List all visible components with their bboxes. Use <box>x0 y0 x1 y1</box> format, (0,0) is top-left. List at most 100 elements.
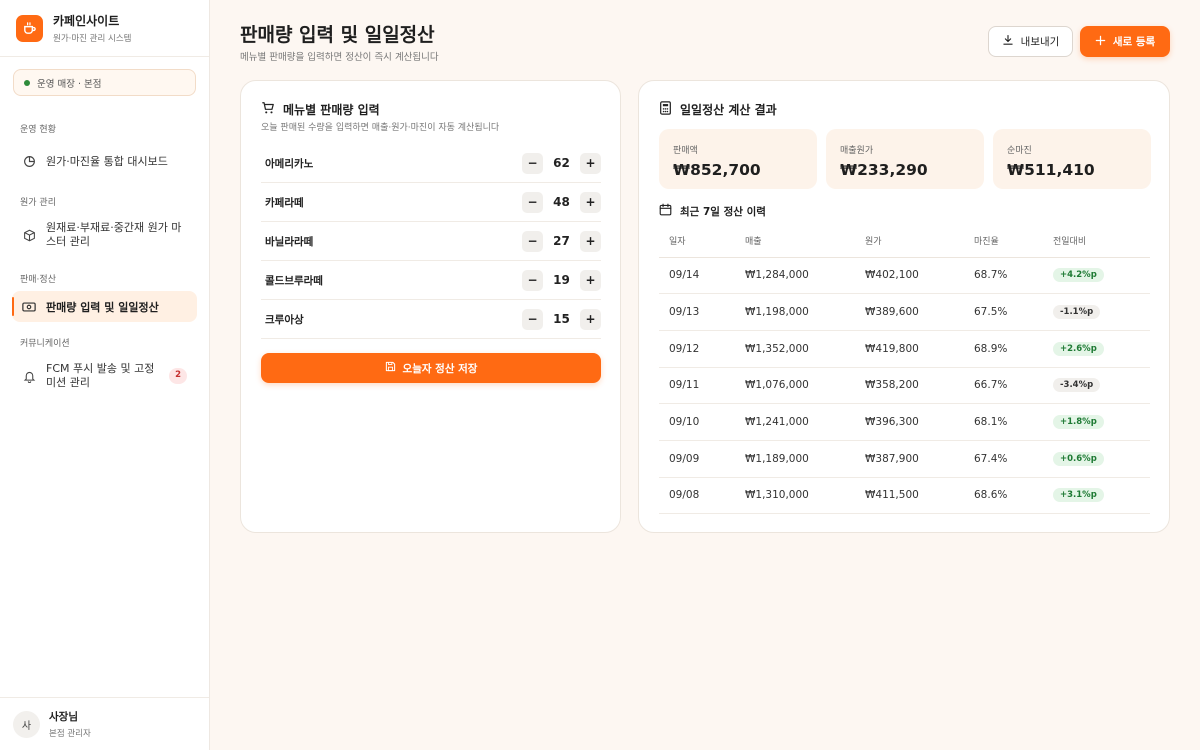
margin-cell: 67.5% <box>964 293 1043 331</box>
export-button[interactable]: 내보내기 <box>988 26 1073 57</box>
new-register-label: 새로 등록 <box>1112 36 1156 48</box>
column-header: 매출 <box>735 224 855 258</box>
sidebar-item-dashboard[interactable]: 원가·마진율 통합 대시보드 <box>12 145 197 177</box>
increment-button[interactable]: + <box>580 230 601 252</box>
column-header: 일자 <box>659 224 735 258</box>
sidebar-item-label: 원재료·부재료·중간재 원가 마스터 관리 <box>46 220 182 248</box>
increment-button[interactable]: + <box>580 191 601 213</box>
increment-button[interactable]: + <box>580 152 601 174</box>
settlement-card-header: 일일정산 계산 결과 <box>659 101 777 118</box>
date-cell: 09/14 <box>659 257 735 295</box>
user-name: 사장님 <box>49 711 78 723</box>
sales-row: 카페라떼 − 48 + <box>261 183 601 222</box>
increment-button[interactable]: + <box>580 308 601 330</box>
settlement-card-title: 일일정산 계산 결과 <box>680 103 777 117</box>
delta-cell: -3.4%p <box>1043 367 1150 405</box>
quantity-value[interactable]: 27 <box>543 234 580 248</box>
sales-card-title: 메뉴별 판매량 입력 <box>283 103 380 117</box>
cost-cell: ₩402,100 <box>855 257 964 295</box>
column-header: 원가 <box>855 224 964 258</box>
menu-name: 바닐라라떼 <box>265 235 314 248</box>
metric-cost: 매출원가 ₩233,290 <box>826 129 984 189</box>
sales-input-card: 메뉴별 판매량 입력 오늘 판매된 수량을 입력하면 매출·원가·마진이 자동 … <box>240 80 621 533</box>
page-subtitle: 메뉴별 판매량을 입력하면 정산이 즉시 계산됩니다 <box>240 52 439 63</box>
sales-cell: ₩1,310,000 <box>735 477 855 515</box>
sales-cell: ₩1,352,000 <box>735 330 855 368</box>
nav-section-title: 커뮤니케이션 <box>20 339 70 349</box>
delta-cell: +3.1%p <box>1043 477 1150 515</box>
menu-name: 아메리카노 <box>265 157 314 170</box>
decrement-button[interactable]: − <box>522 230 543 252</box>
decrement-button[interactable]: − <box>522 269 543 291</box>
new-register-button[interactable]: 새로 등록 <box>1080 26 1170 57</box>
calculator-icon <box>659 101 672 118</box>
delta-cell: -1.1%p <box>1043 293 1150 331</box>
avatar: 사 <box>13 710 40 738</box>
table-row[interactable]: 09/12 ₩1,352,000 ₩419,800 68.9% +2.6%p <box>659 330 1150 368</box>
delta-badge: -1.1%p <box>1053 305 1101 320</box>
cash-icon <box>22 300 36 314</box>
table-row[interactable]: 09/09 ₩1,189,000 ₩387,900 67.4% +0.6%p <box>659 440 1150 478</box>
sidebar-item-label: 판매량 입력 및 일일정산 <box>46 300 159 314</box>
table-header-row: 일자 매출 원가 마진율 전일대비 <box>659 224 1150 258</box>
date-cell: 09/09 <box>659 440 735 478</box>
table-row[interactable]: 09/08 ₩1,310,000 ₩411,500 68.6% +3.1%p <box>659 477 1150 515</box>
page-title: 판매량 입력 및 일일정산 <box>240 24 435 46</box>
settlement-result-card: 일일정산 계산 결과 판매액 ₩852,700 매출원가 ₩233,290 순마… <box>638 80 1170 533</box>
delta-badge: +3.1%p <box>1053 488 1104 503</box>
quantity-value[interactable]: 62 <box>543 156 580 170</box>
menu-name: 카페라떼 <box>265 196 304 209</box>
sidebar-item-cost-master[interactable]: 원재료·부재료·중간재 원가 마스터 관리 <box>12 214 197 256</box>
settlement-history-table: 일자 매출 원가 마진율 전일대비 09/14 ₩1,284,000 ₩402,… <box>659 224 1150 515</box>
cost-cell: ₩389,600 <box>855 293 964 331</box>
margin-cell: 67.4% <box>964 440 1043 478</box>
sales-row: 아메리카노 − 62 + <box>261 144 601 183</box>
save-settlement-button[interactable]: 오늘자 정산 저장 <box>261 353 601 383</box>
brand[interactable]: 카페인사이트 원가·마진 관리 시스템 <box>0 0 209 57</box>
sales-row: 콜드브루라떼 − 19 + <box>261 261 601 300</box>
sales-card-header: 메뉴별 판매량 입력 <box>261 101 380 118</box>
cost-cell: ₩387,900 <box>855 440 964 478</box>
calendar-icon <box>659 203 672 219</box>
metric-value: ₩233,290 <box>840 161 928 179</box>
delta-badge: -3.4%p <box>1053 378 1101 393</box>
delta-badge: +1.8%p <box>1053 415 1104 430</box>
quantity-value[interactable]: 48 <box>543 195 580 209</box>
delta-badge: +2.6%p <box>1053 341 1104 356</box>
table-row[interactable]: 09/11 ₩1,076,000 ₩358,200 66.7% -3.4%p <box>659 367 1150 405</box>
date-cell: 09/10 <box>659 403 735 441</box>
decrement-button[interactable]: − <box>522 308 543 330</box>
store-selector[interactable]: 운영 매장 · 본점 <box>13 69 196 96</box>
delta-badge: +0.6%p <box>1053 451 1104 466</box>
increment-button[interactable]: + <box>580 269 601 291</box>
margin-cell: 68.6% <box>964 477 1043 515</box>
quantity-value[interactable]: 15 <box>543 312 580 326</box>
table-row[interactable]: 09/14 ₩1,284,000 ₩402,100 68.7% +4.2%p <box>659 257 1150 295</box>
sales-row: 크루아상 − 15 + <box>261 300 601 339</box>
sales-cell: ₩1,241,000 <box>735 403 855 441</box>
quantity-stepper: − 48 + <box>522 191 601 213</box>
sidebar-item-label: FCM 푸시 발송 및 고정 미션 관리 <box>46 361 155 389</box>
user-profile[interactable]: 사 사장님 본점 관리자 <box>0 697 209 750</box>
notification-badge: 2 <box>169 368 187 384</box>
date-cell: 09/08 <box>659 477 735 515</box>
sales-row: 바닐라라떼 − 27 + <box>261 222 601 261</box>
sidebar-item-sales-settlement[interactable]: 판매량 입력 및 일일정산 <box>12 291 197 322</box>
app-subtitle: 원가·마진 관리 시스템 <box>53 34 132 44</box>
sales-card-description: 오늘 판매된 수량을 입력하면 매출·원가·마진이 자동 계산됩니다 <box>261 123 500 133</box>
decrement-button[interactable]: − <box>522 152 543 174</box>
table-row[interactable]: 09/10 ₩1,241,000 ₩396,300 68.1% +1.8%p <box>659 403 1150 441</box>
quantity-value[interactable]: 19 <box>543 273 580 287</box>
quantity-stepper: − 27 + <box>522 230 601 252</box>
sidebar-item-label: 원가·마진율 통합 대시보드 <box>46 155 168 168</box>
decrement-button[interactable]: − <box>522 191 543 213</box>
menu-name: 크루아상 <box>265 313 304 326</box>
column-header: 마진율 <box>964 224 1043 258</box>
quantity-stepper: − 62 + <box>522 152 601 174</box>
coffee-cup-icon <box>16 14 43 42</box>
sales-cell: ₩1,189,000 <box>735 440 855 478</box>
table-row[interactable]: 09/13 ₩1,198,000 ₩389,600 67.5% -1.1%p <box>659 293 1150 331</box>
status-dot <box>24 79 30 86</box>
sidebar-item-fcm-push[interactable]: FCM 푸시 발송 및 고정 미션 관리 2 <box>12 355 197 397</box>
date-cell: 09/12 <box>659 330 735 368</box>
